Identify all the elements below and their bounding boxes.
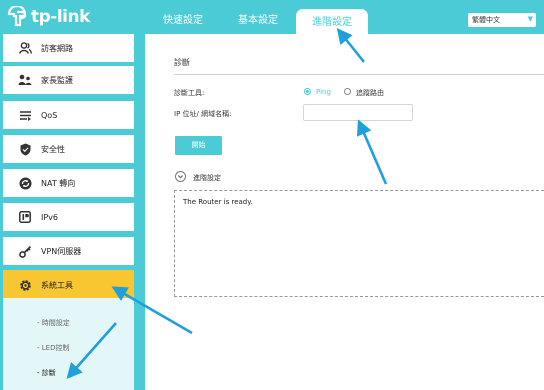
ipv6-icon bbox=[18, 210, 32, 224]
router-admin-page: tp-link 快速設定 基本設定 進階設定 繁體中文 ▼ 訪客網路 家長監護 bbox=[0, 0, 544, 390]
sidebar-item-label: 訪客網路 bbox=[41, 43, 73, 53]
sidebar-item-ipv6[interactable]: IPv6 bbox=[3, 203, 134, 231]
chevron-down-circle-icon[interactable] bbox=[175, 171, 186, 182]
sidebar-item-system-tools[interactable]: 系統工具 bbox=[3, 270, 134, 300]
section-divider bbox=[174, 74, 544, 75]
section-title: 診斷 bbox=[174, 58, 190, 67]
submenu-item-led-control[interactable]: - LED控制 bbox=[37, 343, 69, 353]
ping-radio-label[interactable]: Ping bbox=[316, 88, 331, 96]
sidebar-item-vpn-server[interactable]: VPN伺服器 bbox=[3, 237, 134, 265]
tab-quick-setup[interactable]: 快速設定 bbox=[163, 11, 203, 26]
sidebar-item-security[interactable]: 安全性 bbox=[3, 135, 134, 163]
nat-icon bbox=[18, 176, 32, 190]
chevron-down-icon: ▼ bbox=[527, 15, 533, 23]
sidebar-item-label: 安全性 bbox=[41, 144, 65, 154]
submenu-item-time-settings[interactable]: - 時間設定 bbox=[37, 318, 70, 328]
traceroute-radio[interactable] bbox=[344, 88, 351, 95]
start-button[interactable]: 開始 bbox=[175, 136, 222, 155]
sidebar-item-label: 家長監護 bbox=[41, 75, 73, 85]
shield-icon bbox=[18, 142, 32, 156]
logo-text: tp-link bbox=[31, 7, 90, 27]
main-content: 診斷 診斷工具: Ping 追蹤路由 IP 位址/ 網域名稱: 開始 進階設定 … bbox=[145, 34, 544, 390]
diagnostic-result-box: The Router is ready. bbox=[174, 190, 544, 297]
tp-link-logo-icon bbox=[7, 6, 27, 27]
sidebar-item-label: NAT 轉向 bbox=[41, 178, 76, 188]
traceroute-radio-label[interactable]: 追蹤路由 bbox=[356, 88, 384, 98]
ip-domain-input[interactable] bbox=[303, 104, 413, 121]
sidebar-item-label: QoS bbox=[41, 110, 58, 120]
system-tools-submenu: - 時間設定 - LED控制 - 診斷 bbox=[3, 298, 134, 390]
tp-link-logo: tp-link bbox=[6, 5, 90, 29]
sidebar-item-label: IPv6 bbox=[41, 212, 59, 222]
sidebar-item-qos[interactable]: QoS bbox=[3, 101, 134, 129]
sidebar-item-parental-controls[interactable]: 家長監護 bbox=[3, 66, 134, 94]
sidebar-item-nat-forwarding[interactable]: NAT 轉向 bbox=[3, 169, 134, 197]
language-selected-value: 繁體中文 bbox=[472, 16, 500, 24]
result-text: The Router is ready. bbox=[183, 198, 253, 206]
tab-advanced-settings[interactable]: 進階設定 bbox=[296, 9, 368, 34]
users-icon bbox=[18, 41, 32, 55]
advanced-settings-toggle[interactable]: 進階設定 bbox=[193, 173, 221, 183]
ip-domain-label: IP 位址/ 網域名稱: bbox=[174, 110, 232, 118]
qos-icon bbox=[18, 108, 32, 122]
family-icon bbox=[18, 73, 32, 87]
sidebar-item-label: VPN伺服器 bbox=[41, 246, 82, 256]
language-select[interactable]: 繁體中文 ▼ bbox=[468, 13, 536, 27]
diagnostic-tool-label: 診斷工具: bbox=[174, 89, 205, 97]
sidebar-item-label: 系統工具 bbox=[41, 280, 73, 290]
tab-basic-settings[interactable]: 基本設定 bbox=[238, 11, 278, 26]
submenu-item-diagnostics[interactable]: - 診斷 bbox=[37, 368, 56, 378]
top-header: tp-link 快速設定 基本設定 進階設定 繁體中文 ▼ bbox=[0, 0, 544, 34]
gear-icon bbox=[18, 278, 32, 292]
ping-radio[interactable] bbox=[304, 88, 311, 95]
vpn-key-icon bbox=[18, 244, 32, 258]
sidebar-item-guest-network[interactable]: 訪客網路 bbox=[3, 34, 134, 62]
